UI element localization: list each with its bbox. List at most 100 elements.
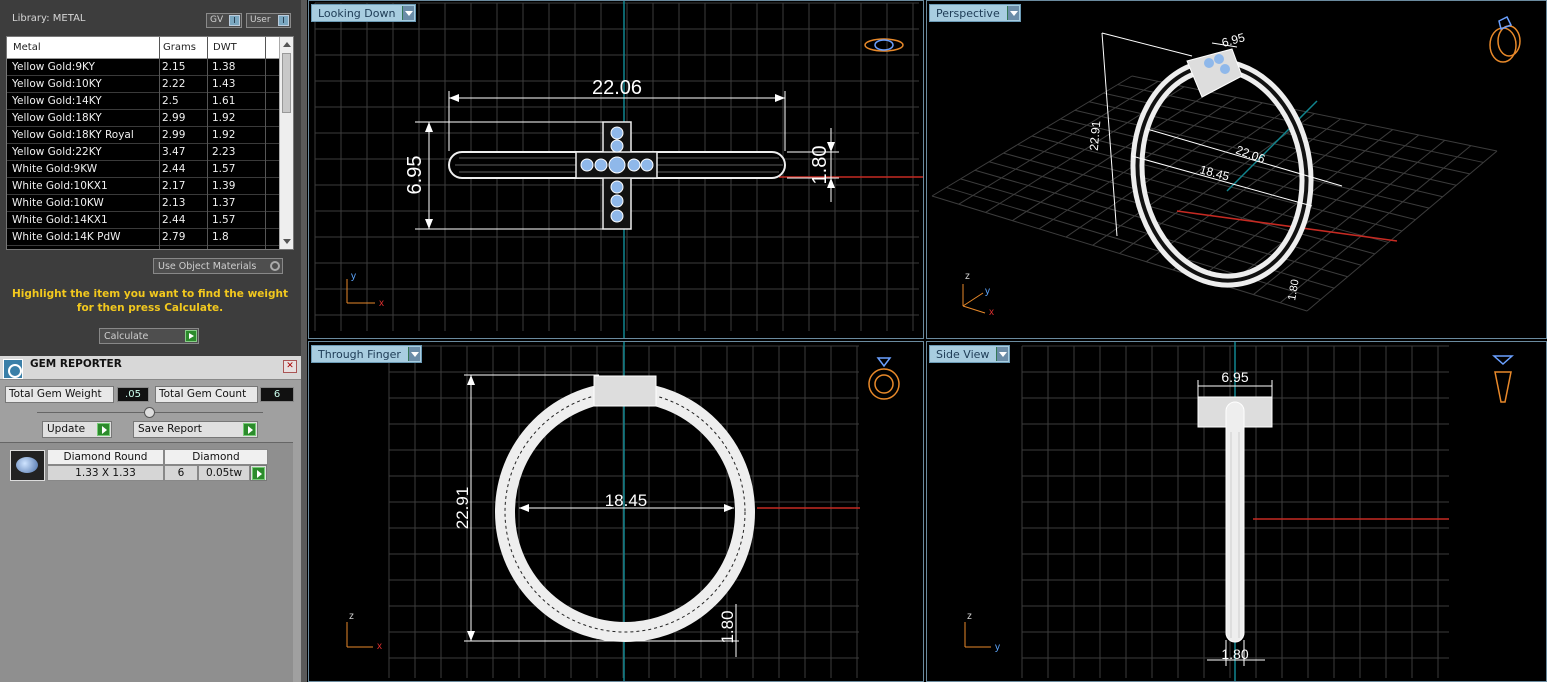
- dropdown-icon[interactable]: [407, 347, 420, 361]
- table-row[interactable]: Yellow Gold:10KY 2.22 1.43: [7, 76, 279, 93]
- view-label-perspective[interactable]: Perspective: [929, 4, 1021, 22]
- scroll-up-icon[interactable]: [283, 42, 291, 47]
- orientation-widget: y x: [346, 271, 384, 309]
- table-row[interactable]: White Gold:10KW 2.13 1.37: [7, 195, 279, 212]
- cell-dwt: 1.38: [212, 61, 236, 73]
- table-row[interactable]: White Gold:14KX1 2.44 1.57: [7, 212, 279, 229]
- left-panel: Library: METAL GV I User I Metal Grams DWT…: [0, 0, 301, 682]
- axis-label-y: y: [351, 271, 356, 282]
- gv-toggle-switch[interactable]: I: [229, 15, 240, 26]
- ring-front-icon[interactable]: [868, 357, 900, 400]
- side-view-canvas[interactable]: 6.95 1.80 z y: [927, 342, 1547, 682]
- user-toggle-switch[interactable]: I: [278, 15, 289, 26]
- gem-detail-button[interactable]: [250, 465, 267, 481]
- gv-toggle[interactable]: GV I: [206, 13, 242, 28]
- table-row[interactable]: Yellow Gold:9KY 2.15 1.38: [7, 59, 279, 76]
- cell-dwt: 1.8: [212, 231, 229, 243]
- dim-band-label: 1.80: [809, 146, 831, 185]
- metal-table-scrollbar[interactable]: [279, 37, 293, 249]
- total-gem-weight-value: .05: [117, 387, 149, 402]
- viewport-area: 22.06 6.95 1.80 y x Looking Down 22.91 6…: [301, 0, 1547, 682]
- view-label-through-finger[interactable]: Through Finger: [311, 345, 422, 363]
- gem-shape: Diamond Round: [47, 449, 164, 465]
- dim-width-label: 22.06: [592, 77, 642, 99]
- calculate-button[interactable]: Calculate: [99, 328, 199, 344]
- dim-height-label: 22.91: [1087, 120, 1104, 151]
- ring-top-icon[interactable]: [864, 38, 904, 52]
- gem-material: Diamond: [164, 449, 268, 465]
- perspective-canvas[interactable]: 22.91 6.95 22.06 18.45 1.80 z y x: [927, 1, 1547, 339]
- viewport-through-finger[interactable]: 22.91 18.45 1.80 z x Through Finger: [308, 341, 924, 682]
- save-report-button[interactable]: Save Report: [133, 421, 258, 438]
- table-row[interactable]: Yellow Gold:14KY 2.5 1.61: [7, 93, 279, 110]
- cell-metal: White Gold:14KX1: [12, 214, 108, 226]
- cell-dwt: 1.57: [212, 163, 236, 175]
- cell-dwt: 1.39: [212, 180, 236, 192]
- axis-label-y: y: [995, 642, 1000, 653]
- scroll-down-icon[interactable]: [283, 239, 291, 244]
- viewport-side-view[interactable]: 6.95 1.80 z y Side View: [926, 341, 1547, 682]
- radio-icon: [270, 261, 280, 271]
- use-object-materials-toggle[interactable]: Use Object Materials: [153, 258, 283, 274]
- axis-label-x: x: [989, 307, 994, 318]
- library-title: Library: METAL: [12, 13, 86, 24]
- dropdown-icon[interactable]: [402, 6, 415, 20]
- view-label-side-view[interactable]: Side View: [929, 345, 1011, 363]
- orientation-widget: z y: [964, 611, 1000, 653]
- grid-line: [1046, 126, 1416, 221]
- table-row[interactable]: Yellow Gold:18KY 2.99 1.92: [7, 110, 279, 127]
- table-row[interactable]: White Gold:14K PdW 2.79 1.8: [7, 229, 279, 246]
- cell-metal: White Gold:14K PdW: [12, 231, 121, 243]
- table-row[interactable]: White Gold:10KX1 2.17 1.39: [7, 178, 279, 195]
- dim-band-label: 1.80: [1221, 646, 1248, 662]
- table-row[interactable]: Yellow Gold:22KY 3.47 2.23: [7, 144, 279, 161]
- gem-weight: 0.05tw: [198, 465, 250, 481]
- use-object-materials-label: Use Object Materials: [158, 261, 257, 272]
- orientation-widget: z x: [346, 611, 382, 652]
- through-finger-canvas[interactable]: 22.91 18.45 1.80 z x: [309, 342, 924, 682]
- cell-dwt: 1.37: [212, 197, 236, 209]
- dropdown-icon[interactable]: [1006, 6, 1019, 20]
- user-toggle[interactable]: User I: [246, 13, 291, 28]
- cell-grams: 3.47: [162, 146, 186, 158]
- ring-perspective-icon[interactable]: [1489, 15, 1521, 63]
- ring-side-icon[interactable]: [1492, 355, 1514, 403]
- view-label-text: Perspective: [936, 7, 1000, 20]
- dropdown-icon[interactable]: [996, 347, 1009, 361]
- looking-down-canvas[interactable]: 22.06 6.95 1.80 y x: [309, 1, 924, 339]
- cell-dwt: 1.61: [212, 95, 236, 107]
- splitter-handle[interactable]: [144, 407, 155, 418]
- cell-dwt: 1.57: [212, 214, 236, 226]
- cell-metal: Yellow Gold:10KY: [12, 78, 102, 90]
- axis-label-x: x: [377, 641, 382, 652]
- cell-grams: 2.99: [162, 129, 186, 141]
- cell-grams: 2.44: [162, 214, 186, 226]
- cell-dwt: 2.23: [212, 146, 236, 158]
- cell-grams: 2.15: [162, 61, 186, 73]
- ring-shank-side: [1225, 401, 1245, 643]
- cell-grams: 2.22: [162, 78, 186, 90]
- update-button[interactable]: Update: [42, 421, 112, 438]
- column-grams[interactable]: Grams: [163, 42, 196, 53]
- cell-metal: White Gold:10KX1: [12, 180, 108, 192]
- viewport-looking-down[interactable]: 22.06 6.95 1.80 y x Looking Down: [308, 0, 924, 339]
- column-dwt[interactable]: DWT: [213, 42, 237, 53]
- cell-dwt: 1.92: [212, 112, 236, 124]
- save-report-label: Save Report: [138, 423, 202, 435]
- table-row[interactable]: Yellow Gold:18KY Royal 2.99 1.92: [7, 127, 279, 144]
- cell-metal: White Gold:10KW: [12, 197, 104, 209]
- cell-metal: White Gold:9KW: [12, 163, 98, 175]
- cell-dwt: 1.92: [212, 129, 236, 141]
- column-metal[interactable]: Metal: [13, 42, 41, 53]
- diamond-round-icon: [10, 450, 45, 481]
- scroll-thumb[interactable]: [282, 53, 291, 113]
- axis-label-z: z: [965, 271, 970, 282]
- table-row[interactable]: White Gold:9KW 2.44 1.57: [7, 161, 279, 178]
- dim-inner-label: 18.45: [605, 491, 648, 510]
- ring-setting: [593, 375, 657, 407]
- viewport-perspective[interactable]: 22.91 6.95 22.06 18.45 1.80 z y x Perspe…: [926, 0, 1547, 339]
- view-label-looking-down[interactable]: Looking Down: [311, 4, 417, 22]
- cell-metal: Yellow Gold:9KY: [12, 61, 95, 73]
- orientation-widget: z y x: [962, 271, 994, 318]
- close-icon[interactable]: ✕: [283, 360, 297, 373]
